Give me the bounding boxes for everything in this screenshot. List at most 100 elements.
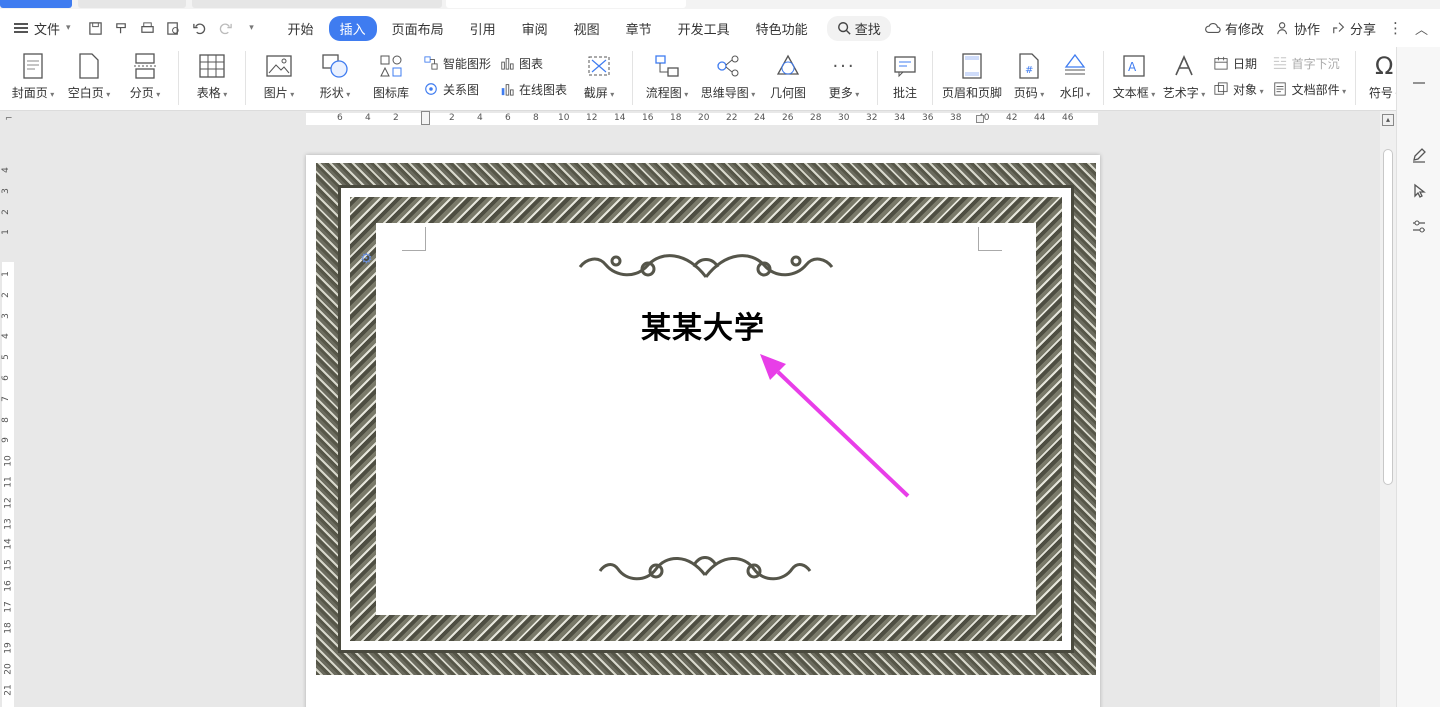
search-icon bbox=[837, 22, 851, 35]
ruler-tick-label: 11 bbox=[3, 476, 14, 488]
bottom-flourish-ornament bbox=[598, 556, 812, 581]
vertical-ruler[interactable]: 4 3 2 1 1 2 3 4 5 6 7 8 9 10 11 12 13 14 15 16 17 18 19 20 21 bbox=[0, 127, 16, 707]
ribbon-group-diagrams: 流程图 思维导图 几何图 ··· 更多 bbox=[633, 51, 879, 105]
relation-chart-label: 关系图 bbox=[443, 82, 480, 97]
right-indent-marker[interactable] bbox=[976, 115, 984, 123]
doc-parts-label: 文档部件 bbox=[1292, 81, 1347, 98]
ribbon-group-comment: 批注 bbox=[878, 51, 934, 105]
page-break-button[interactable]: 分页 bbox=[117, 51, 173, 101]
select-cursor-icon[interactable] bbox=[1409, 181, 1429, 201]
certificate-title[interactable]: 某某大学 bbox=[306, 303, 1100, 347]
ruler-tick-label: 2 bbox=[449, 113, 455, 123]
smart-art-button[interactable]: 智能图形 bbox=[423, 53, 491, 73]
ruler-tick-label: 16 bbox=[642, 113, 654, 123]
customize-toolbar-icon[interactable]: ▾ bbox=[241, 17, 263, 39]
tab-special-features[interactable]: 特色功能 bbox=[745, 16, 819, 41]
horizontal-ruler[interactable]: ⌐ 6 4 2 2 4 6 8 10 12 14 16 18 20 22 24 26 28 30 32 34 36 38 4… bbox=[0, 111, 1380, 127]
date-object-group: 日期 对象 bbox=[1209, 51, 1268, 101]
tab-insert[interactable]: 插入 bbox=[328, 15, 377, 41]
document-page[interactable]: ⚙ 某某大学 bbox=[306, 155, 1100, 707]
chart-button[interactable]: 图表 bbox=[499, 53, 567, 73]
doc-parts-button[interactable]: 文档部件 bbox=[1272, 79, 1347, 99]
format-painter-icon[interactable] bbox=[111, 17, 133, 39]
page-number-button[interactable]: # 页码 bbox=[1006, 51, 1052, 101]
tab-developer[interactable]: 开发工具 bbox=[667, 16, 741, 41]
wordart-button[interactable]: 艺术字 bbox=[1159, 51, 1209, 101]
shape-button[interactable]: 形状 bbox=[307, 51, 363, 101]
collaborate-label: 协作 bbox=[1293, 22, 1320, 38]
more-options-icon[interactable]: ⋮ bbox=[1388, 19, 1403, 37]
collapse-ribbon-icon[interactable]: ︿ bbox=[1415, 19, 1428, 38]
picture-button[interactable]: 图片 bbox=[251, 51, 307, 101]
ruler-tick-label: 4 bbox=[477, 113, 483, 123]
flowchart-button[interactable]: 流程图 bbox=[638, 51, 696, 101]
layout-options-icon[interactable]: ⚙ bbox=[360, 251, 373, 267]
print-preview-icon[interactable] bbox=[163, 17, 185, 39]
ruler-tick-label: 8 bbox=[533, 113, 539, 123]
window-tab-strip bbox=[0, 0, 1440, 9]
tab-section[interactable]: 章节 bbox=[615, 16, 663, 41]
page-break-icon bbox=[130, 51, 160, 81]
wordart-label: 艺术字 bbox=[1163, 84, 1206, 101]
sliders-icon[interactable] bbox=[1409, 217, 1429, 237]
tab-view[interactable]: 视图 bbox=[563, 16, 611, 41]
minus-icon[interactable] bbox=[1409, 73, 1429, 93]
page-number-icon: # bbox=[1014, 51, 1044, 81]
search-button[interactable]: 查找 bbox=[826, 15, 891, 41]
quick-access-toolbar: ▾ bbox=[81, 17, 263, 39]
comment-button[interactable]: 批注 bbox=[883, 51, 927, 101]
save-icon[interactable] bbox=[85, 17, 107, 39]
more-button[interactable]: ··· 更多 bbox=[816, 51, 872, 101]
online-chart-icon bbox=[499, 81, 515, 97]
scroll-top-button[interactable]: ▴ bbox=[1382, 114, 1394, 126]
textbox-label: 文本框 bbox=[1113, 84, 1156, 101]
mindmap-button[interactable]: 思维导图 bbox=[696, 51, 760, 101]
date-button[interactable]: 日期 bbox=[1213, 53, 1264, 73]
tab-references[interactable]: 引用 bbox=[459, 16, 507, 41]
header-footer-button[interactable]: 页眉和页脚 bbox=[938, 51, 1006, 101]
print-icon[interactable] bbox=[137, 17, 159, 39]
vertical-scrollbar[interactable]: ▴ bbox=[1380, 111, 1396, 707]
relation-chart-button[interactable]: 关系图 bbox=[423, 79, 491, 99]
scrollbar-thumb[interactable] bbox=[1383, 149, 1393, 485]
more-icon: ··· bbox=[832, 55, 856, 77]
modified-status-button[interactable]: 有修改 bbox=[1205, 19, 1264, 38]
geometry-button[interactable]: 几何图 bbox=[760, 51, 816, 101]
picture-label: 图片 bbox=[264, 84, 295, 101]
undo-icon[interactable] bbox=[189, 17, 211, 39]
edit-pen-icon[interactable] bbox=[1409, 145, 1429, 165]
watermark-button[interactable]: 水印 bbox=[1052, 51, 1098, 101]
ruler-corner-icon: ⌐ bbox=[5, 114, 13, 124]
smart-art-group: 智能图形 关系图 bbox=[419, 51, 495, 101]
object-button[interactable]: 对象 bbox=[1213, 79, 1264, 99]
watermark-icon bbox=[1060, 51, 1090, 81]
icon-library-button[interactable]: 图标库 bbox=[363, 51, 419, 101]
header-footer-label: 页眉和页脚 bbox=[942, 86, 1003, 100]
shape-label: 形状 bbox=[320, 84, 351, 101]
watermark-label: 水印 bbox=[1060, 84, 1091, 101]
ruler-tick-label: 32 bbox=[866, 113, 878, 123]
tab-review[interactable]: 审阅 bbox=[511, 16, 559, 41]
drop-cap-icon bbox=[1272, 55, 1288, 71]
textbox-button[interactable]: A 文本框 bbox=[1109, 51, 1159, 101]
redo-icon[interactable] bbox=[215, 17, 237, 39]
online-chart-button[interactable]: 在线图表 bbox=[499, 79, 567, 99]
geometry-icon bbox=[773, 51, 803, 81]
tab-page-layout[interactable]: 页面布局 bbox=[381, 16, 455, 41]
blank-page-button[interactable]: 空白页 bbox=[61, 51, 117, 101]
table-button[interactable]: 表格 bbox=[184, 51, 240, 101]
ruler-tick-label: 19 bbox=[3, 642, 14, 654]
symbol-label: 符号 bbox=[1369, 84, 1400, 101]
ruler-tick-label: 46 bbox=[1062, 113, 1074, 123]
more-label: 更多 bbox=[829, 84, 860, 101]
tab-home[interactable]: 开始 bbox=[277, 16, 325, 41]
first-line-indent-marker[interactable] bbox=[421, 111, 430, 125]
share-button[interactable]: 分享 bbox=[1332, 19, 1376, 38]
ruler-tick-label: 26 bbox=[782, 113, 794, 123]
screenshot-button[interactable]: 截屏 bbox=[571, 51, 627, 101]
file-menu[interactable]: 文件 ▾ bbox=[0, 9, 81, 47]
ruler-tick-label: 36 bbox=[922, 113, 934, 123]
collaborate-button[interactable]: 协作 bbox=[1276, 19, 1320, 38]
cover-page-button[interactable]: 封面页 bbox=[5, 51, 61, 101]
drop-cap-button[interactable]: 首字下沉 bbox=[1272, 53, 1347, 73]
